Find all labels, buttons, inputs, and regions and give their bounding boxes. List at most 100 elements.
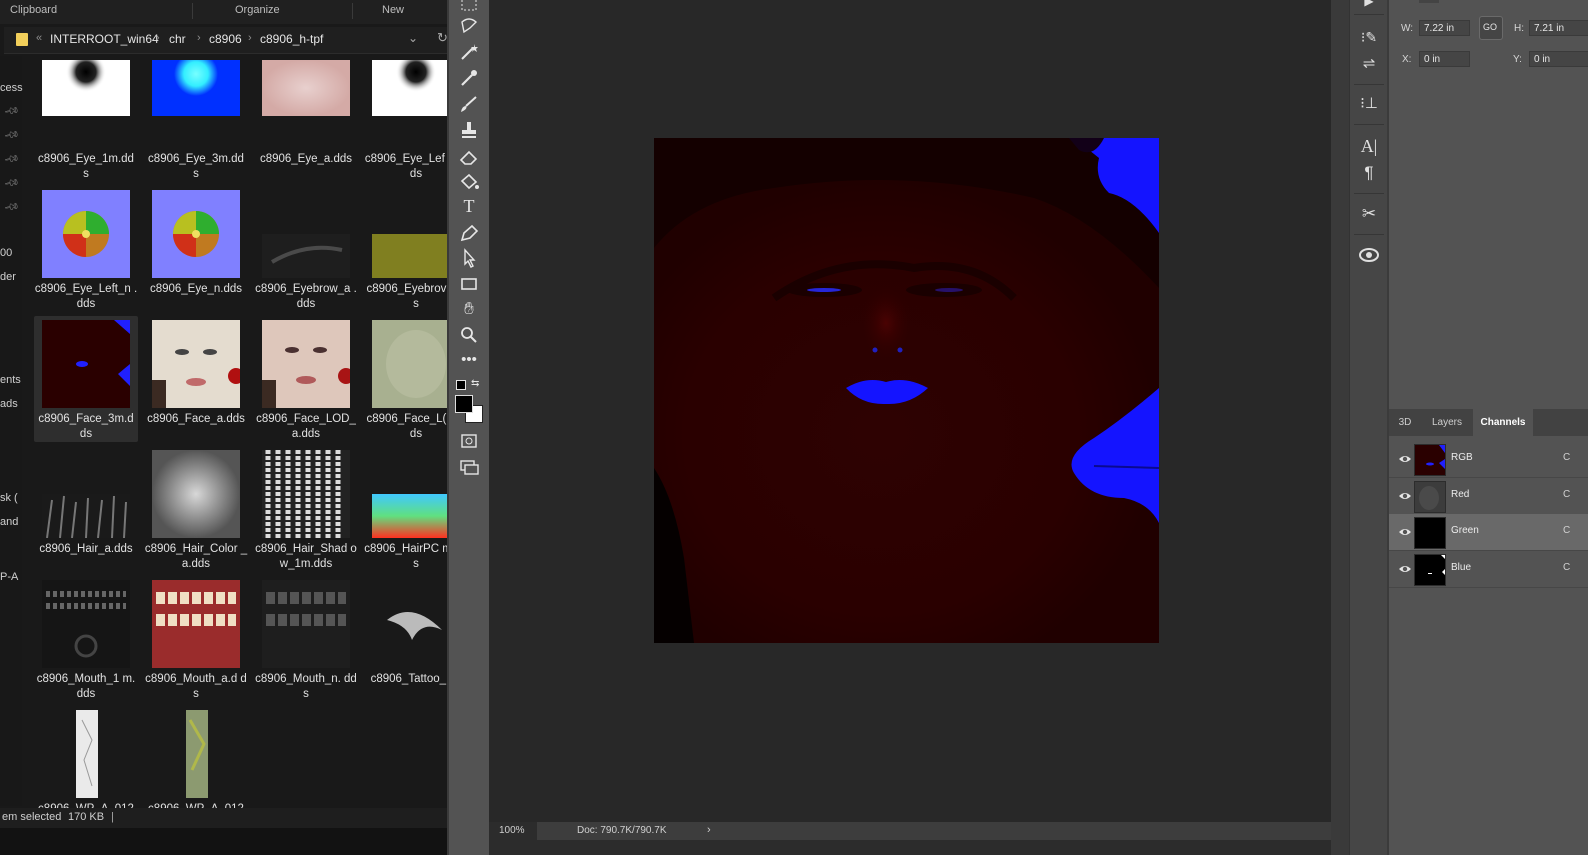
file-item[interactable]: c8906_Eye_Left_n .dds [34,186,138,312]
file-item[interactable]: c8906_Eyebrow_a .dds [254,186,358,312]
nav-item-documents[interactable]: ents [0,374,21,386]
channel-row-rgb[interactable]: RGB C [1389,441,1588,478]
breadcrumb-interroot[interactable]: INTERROOT_win64 [50,32,159,46]
nav-item[interactable]: P-A [0,571,18,583]
magic-wand-icon[interactable] [458,42,480,62]
width-field[interactable]: 7.22 in [1419,20,1470,36]
nav-item[interactable]: and [0,516,18,528]
play-icon[interactable]: ▶ [1358,0,1380,12]
double-chevron-left-icon[interactable]: « [36,32,42,44]
breadcrumb-chr[interactable]: chr [169,32,186,46]
nav-item[interactable]: 00 [0,247,12,259]
nav-item-downloads[interactable]: ads [0,398,18,410]
file-item[interactable]: c8906_WP_A_012 4_n.dds [144,706,248,808]
breadcrumb-c8906[interactable]: c8906 [209,32,242,46]
file-name: c8906_Face_a.dds [147,413,245,425]
more-icon[interactable]: ••• [458,350,480,370]
eye-icon[interactable] [1398,489,1412,503]
hand-icon[interactable]: ✋︎ [458,299,480,319]
file-item[interactable]: c8906_Tattoo_ ds [364,576,447,702]
file-name: c8906_Hair_Color _a.dds [144,543,248,570]
file-item[interactable]: c8906_Hair_Color _a.dds [144,446,248,572]
pin-icon: 📌︎ [2,199,20,216]
file-item[interactable]: c8906_Hair_a.dds [34,446,138,572]
nav-item[interactable]: der [0,271,16,283]
file-item[interactable]: c8906_Hair_Shad ow_1m.dds [254,446,358,572]
tab-3d[interactable]: 3D [1389,409,1421,436]
brush-icon[interactable] [458,94,480,114]
rectangle-icon[interactable] [458,274,480,294]
chevron-right-icon[interactable]: › [248,32,252,44]
address-bar[interactable]: « INTERROOT_win64 › chr › c8906 › c8906_… [4,27,447,54]
file-thumbnail [262,60,350,148]
screen-mode-icon[interactable] [458,457,480,477]
file-item[interactable]: c8906_Face_3m.d ds [34,316,138,442]
file-item[interactable]: c8906_Mouth_n. dds [254,576,358,702]
eye-icon[interactable] [1398,525,1412,539]
brush-settings-icon[interactable]: ⁝✎ [1358,26,1380,48]
tool-presets-icon[interactable]: ✂ [1358,203,1380,225]
file-item[interactable]: c8906_WP_A_012 4_m.dds [34,706,138,808]
tab-layers[interactable]: Layers [1421,409,1473,436]
horizontal-scrollbar[interactable] [489,840,1331,855]
y-field[interactable]: 0 in [1529,51,1588,67]
chevron-right-icon[interactable]: › [156,32,160,44]
link-dimensions-button[interactable]: GO [1479,16,1503,40]
path-select-icon[interactable] [458,248,480,268]
foreground-color-swatch[interactable] [455,395,473,413]
file-item[interactable]: c8906_Mouth_1 m.dds [34,576,138,702]
file-item[interactable]: c8906_Face_LOD_ a.dds [254,316,358,442]
swap-colors-icon[interactable]: ⇆ [471,378,479,389]
link-icon: GO [1483,22,1498,32]
zoom-level[interactable]: 100% [489,822,537,840]
doc-size: Doc: 790.7K/790.7K [577,825,667,836]
nav-item-quick-access[interactable]: cess [0,82,23,94]
chevron-right-icon[interactable]: › [707,824,711,836]
lasso-icon[interactable] [458,16,480,36]
file-item[interactable]: c8906_Eyebrov .dds [364,186,447,312]
type-icon[interactable]: T [458,196,480,216]
eye-icon[interactable] [1398,452,1412,466]
eye-icon[interactable] [1398,562,1412,576]
file-thumbnail [262,580,350,668]
file-item[interactable]: c8906_Eye_3m.dd s [144,56,248,182]
character-icon[interactable]: A| [1358,135,1380,157]
file-item[interactable]: c8906_Face_L( n.dds [364,316,447,442]
clone-source-icon[interactable]: ⁝⊥ [1358,93,1380,115]
eraser-icon[interactable] [458,146,480,166]
quick-mask-icon[interactable] [458,431,480,451]
file-item[interactable]: c8906_Mouth_a.d ds [144,576,248,702]
chevron-right-icon[interactable]: › [197,32,201,44]
file-item[interactable]: c8906_Eye_Lef m.dds [364,56,447,182]
breadcrumb-c8906-h-tpf[interactable]: c8906_h-tpf [260,32,323,46]
file-grid: c8906_Eye_1m.dd s c8906_Eye_3m.dd s c8906_… [30,56,447,808]
height-field[interactable]: 7.21 in [1529,20,1588,36]
channel-row-red[interactable]: Red C [1389,478,1588,515]
paint-bucket-icon[interactable] [458,172,480,192]
x-field[interactable]: 0 in [1419,51,1470,67]
paragraph-icon[interactable]: ¶ [1358,162,1380,184]
tab-channels[interactable]: Channels [1473,409,1533,436]
nav-item-disk[interactable]: sk ( [0,492,18,504]
file-item[interactable]: c8906_HairPC m.dds [364,446,447,572]
marquee-icon[interactable] [458,0,480,14]
file-item[interactable]: c8906_Eye_a.dds [254,56,358,182]
adjustments-icon[interactable]: ⇌ [1358,53,1380,75]
channel-row-blue[interactable]: Blue C [1389,551,1588,588]
file-item[interactable]: c8906_Face_a.dds [144,316,248,442]
width-label: W: [1401,23,1414,34]
chevron-down-icon[interactable]: ⌄ [408,31,418,45]
eyedropper-icon[interactable] [458,68,480,88]
default-colors-icon[interactable] [456,380,466,390]
stamp-icon[interactable] [458,120,480,140]
zoom-icon[interactable] [458,325,480,345]
refresh-icon[interactable]: ↻ [437,30,447,46]
file-item[interactable]: c8906_Eye_n.dds [144,186,248,312]
creative-cloud-icon[interactable] [1358,244,1380,266]
pen-icon[interactable] [458,223,480,243]
texture-document[interactable] [654,138,1159,643]
channel-shortcut: C [1563,488,1571,500]
channel-row-green[interactable]: Green C [1389,514,1588,551]
vertical-scrollbar[interactable] [1331,0,1349,855]
file-item[interactable]: c8906_Eye_1m.dd s [34,56,138,182]
